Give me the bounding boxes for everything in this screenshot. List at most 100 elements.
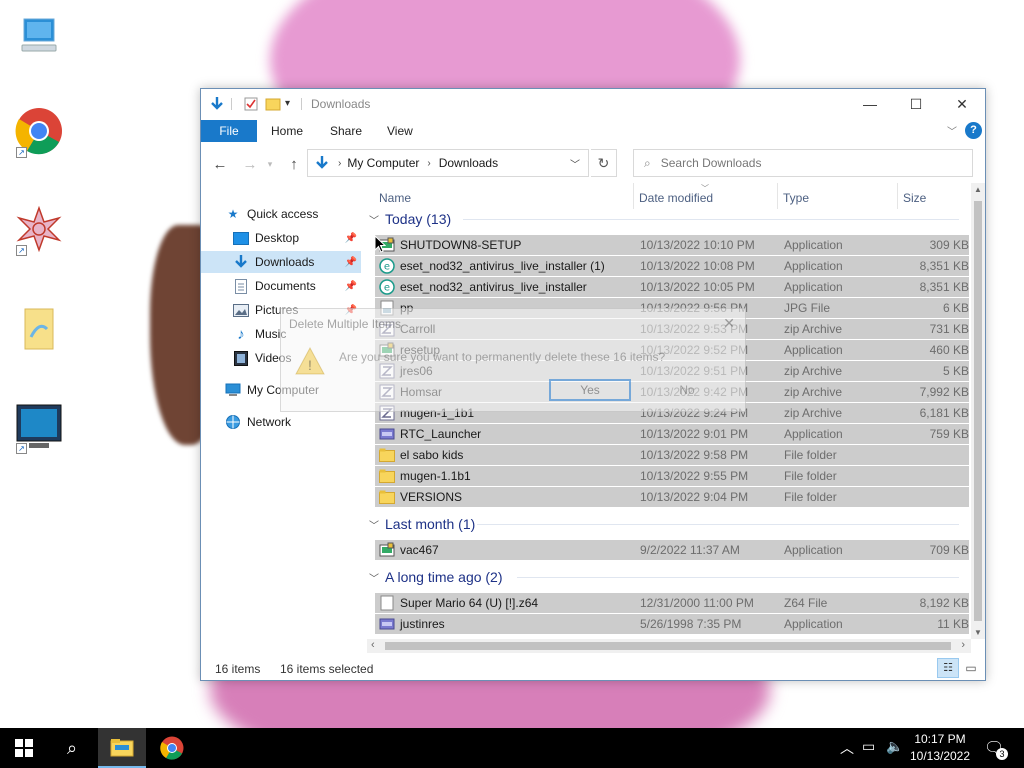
app-icon <box>379 616 395 632</box>
file-row[interactable]: el sabo kids 10/13/2022 9:58 PM File folde… <box>375 445 969 465</box>
volume-icon[interactable]: 🔈 <box>886 738 903 755</box>
file-size: 731 KB <box>929 322 969 336</box>
file-date: 12/31/2000 11:00 PM <box>640 596 754 610</box>
column-divider[interactable] <box>777 183 778 209</box>
download-arrow-icon[interactable] <box>209 96 225 112</box>
tab-file[interactable]: File <box>201 120 257 142</box>
title-divider <box>231 98 232 110</box>
new-folder-icon[interactable] <box>265 96 281 112</box>
dialog-close-icon[interactable]: ✕ <box>723 315 735 332</box>
terminal-desktop-icon[interactable]: ↗ <box>12 400 66 454</box>
group-header[interactable]: ﹀ Today (13) <box>367 209 451 229</box>
group-divider <box>477 524 959 525</box>
file-type: Application <box>784 238 843 252</box>
scroll-right-icon[interactable]: › <box>961 639 965 651</box>
network-tray-icon[interactable]: ▭ <box>862 738 875 755</box>
file-date: 5/26/1998 7:35 PM <box>640 617 742 631</box>
horizontal-scrollbar[interactable]: ‹ › <box>367 639 971 653</box>
horizontal-scroll-thumb[interactable] <box>385 642 951 650</box>
scroll-up-icon[interactable]: ▲ <box>974 185 982 194</box>
breadcrumb-downloads[interactable]: Downloads <box>439 156 498 170</box>
details-view-icon[interactable]: ☷ <box>937 658 959 678</box>
recent-locations-button[interactable]: ▾ <box>259 153 281 175</box>
my-computer-desktop-icon[interactable] <box>12 8 66 62</box>
file-row[interactable]: justinres 5/26/1998 7:35 PM Application 11 … <box>375 614 969 634</box>
nav-item-desktop[interactable]: Desktop 📌 <box>201 227 361 249</box>
tab-view[interactable]: View <box>377 120 423 142</box>
close-button[interactable]: ✕ <box>939 89 985 119</box>
scroll-down-icon[interactable]: ▼ <box>974 628 982 637</box>
file-explorer-taskbar-icon[interactable] <box>98 728 146 768</box>
download-arrow-icon <box>312 153 332 173</box>
file-type: File folder <box>784 490 837 504</box>
column-header-name[interactable]: Name <box>379 191 411 205</box>
tab-share[interactable]: Share <box>320 120 372 142</box>
file-row[interactable]: Super Mario 64 (U) [!].z64 12/31/2000 11:… <box>375 593 969 613</box>
folder-desktop-icon[interactable] <box>12 302 66 356</box>
file-row[interactable]: e eset_nod32_antivirus_live_installer 10/1… <box>375 277 969 297</box>
chevron-down-icon[interactable]: ﹀ <box>570 156 580 171</box>
yes-button[interactable]: Yes <box>549 379 631 401</box>
minimize-button[interactable]: — <box>847 89 893 119</box>
folder-icon <box>379 447 395 463</box>
expand-ribbon-icon[interactable]: ﹀ <box>947 123 957 138</box>
nav-item-downloads[interactable]: Downloads 📌 <box>201 251 361 273</box>
refresh-button[interactable]: ↻ <box>591 149 617 177</box>
chevron-down-icon[interactable]: ﹀ <box>369 212 379 227</box>
address-bar[interactable]: › My Computer › Downloads ﹀ <box>307 149 589 177</box>
chevron-up-icon[interactable]: ︿ <box>840 738 854 758</box>
chrome-desktop-icon[interactable]: ↗ <box>12 104 66 158</box>
file-type: File folder <box>784 448 837 462</box>
search-icon[interactable]: ⌕ <box>48 728 96 768</box>
nav-label: Network <box>247 415 292 429</box>
start-button[interactable] <box>0 728 48 768</box>
taskbar: ⌕ ︿ ▭ 🔈 10:17 PM 10/13/2022 🗨 3 <box>0 728 1024 768</box>
file-size: 6 KB <box>942 301 969 315</box>
maximize-button[interactable]: ☐ <box>893 89 939 119</box>
file-type: zip Archive <box>784 364 843 378</box>
column-header-type[interactable]: Type <box>783 191 809 205</box>
nav-quick-access[interactable]: ★ Quick access <box>225 203 385 225</box>
file-row[interactable]: SHUTDOWN8-SETUP 10/13/2022 10:10 PM Applic… <box>375 235 969 255</box>
no-button[interactable]: No <box>649 379 725 401</box>
file-type: zip Archive <box>784 406 843 420</box>
chevron-down-icon[interactable]: ﹀ <box>369 570 379 585</box>
nav-item-documents[interactable]: Documents 📌 <box>201 275 361 297</box>
group-header[interactable]: ﹀ A long time ago (2) <box>367 567 503 587</box>
forward-button[interactable]: → <box>239 153 261 175</box>
file-row[interactable]: e eset_nod32_antivirus_live_installer (1)… <box>375 256 969 276</box>
search-box[interactable]: ⌕ Search Downloads <box>633 149 973 177</box>
file-row[interactable]: RTC_Launcher 10/13/2022 9:01 PM Applicatio… <box>375 424 969 444</box>
back-button[interactable]: ← <box>209 153 231 175</box>
mugen-desktop-icon[interactable]: ↗ <box>12 202 66 256</box>
column-divider[interactable] <box>633 183 634 209</box>
chrome-taskbar-icon[interactable] <box>148 728 196 768</box>
column-divider[interactable] <box>897 183 898 209</box>
large-icons-view-icon[interactable]: ▭ <box>961 658 981 678</box>
folder-icon <box>379 468 395 484</box>
file-row[interactable]: vac467 9/2/2022 11:37 AM Application 709 KB <box>375 540 969 560</box>
file-row[interactable]: mugen-1.1b1 10/13/2022 9:55 PM File folder <box>375 466 969 486</box>
properties-checkbox-icon[interactable] <box>243 96 259 112</box>
customize-toolbar-icon[interactable]: ▾ <box>285 98 301 114</box>
scroll-left-icon[interactable]: ‹ <box>371 639 375 651</box>
vertical-scrollbar[interactable]: ▲ ▼ <box>971 183 985 639</box>
help-icon[interactable]: ? <box>965 122 982 139</box>
file-date: 9/2/2022 11:37 AM <box>640 543 740 557</box>
ribbon-tabs: File Home Share View ﹀ ? <box>201 119 985 143</box>
file-name: justinres <box>400 617 445 631</box>
group-header[interactable]: ﹀ Last month (1) <box>367 514 475 534</box>
file-type: File folder <box>784 469 837 483</box>
column-header-size[interactable]: Size <box>903 191 926 205</box>
vertical-scroll-thumb[interactable] <box>974 201 982 621</box>
file-name: eset_nod32_antivirus_live_installer <box>400 280 587 294</box>
sort-chevron-icon: ﹀ <box>701 184 709 193</box>
file-row[interactable]: VERSIONS 10/13/2022 9:04 PM File folder <box>375 487 969 507</box>
chevron-down-icon[interactable]: ﹀ <box>369 517 379 532</box>
system-clock[interactable]: 10:17 PM 10/13/2022 <box>906 731 974 765</box>
up-button[interactable]: ↑ <box>283 153 305 175</box>
tab-home[interactable]: Home <box>261 120 313 142</box>
nav-network[interactable]: Network <box>201 411 361 433</box>
breadcrumb-my-computer[interactable]: My Computer <box>347 156 419 170</box>
nav-label: Documents <box>255 279 316 293</box>
